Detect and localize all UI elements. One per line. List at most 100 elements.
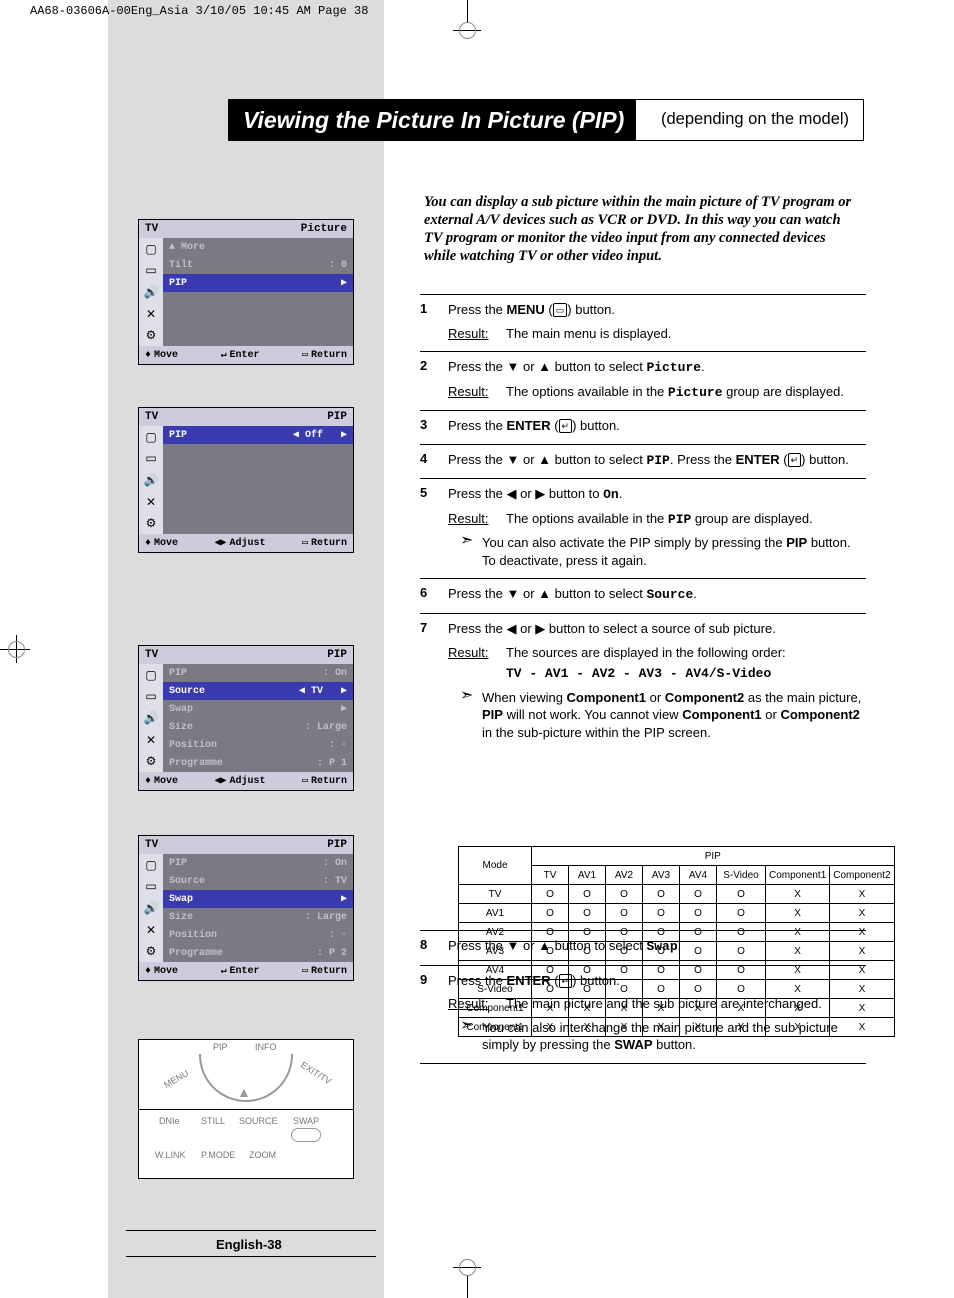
osd-large: : Large	[305, 912, 347, 923]
t: Press the	[448, 302, 507, 317]
result-label: Result:	[448, 325, 506, 343]
osd-pip-swap: TVPIP ▢▭🔊✕⚙ PIP: On Source: TV Swap▶ Siz…	[138, 835, 354, 981]
step-num: 1	[420, 301, 448, 342]
cell: X	[717, 1018, 766, 1037]
lr-icon: ◀▶	[214, 537, 226, 549]
cell: O	[643, 923, 680, 942]
t: When viewing	[482, 690, 567, 705]
t: will not work. You cannot view	[503, 707, 682, 722]
t: ) button.	[572, 418, 620, 433]
osd-source: Source	[169, 876, 205, 887]
cell: O	[643, 942, 680, 961]
cell: O	[717, 980, 766, 999]
cell: X	[830, 1018, 894, 1037]
osd-size: Size	[169, 912, 193, 923]
remote-wlink: W.LINK	[155, 1150, 186, 1160]
osd-source: Source	[169, 686, 205, 697]
picture-icon: ▭	[139, 260, 163, 282]
osd-pip: PIP	[169, 858, 187, 869]
osd-p1: : P 1	[317, 758, 347, 769]
osd-pip-source: TVPIP ▢▭🔊✕⚙ PIP: On Source◀ TV ▶ Swap▶ S…	[138, 645, 354, 791]
remote-source: SOURCE	[239, 1116, 278, 1126]
cell: O	[606, 942, 643, 961]
cell: X	[830, 999, 894, 1018]
cell: O	[680, 961, 717, 980]
remote-info: INFO	[255, 1042, 277, 1052]
source-order: TV - AV1 - AV2 - AV3 - AV4/S-Video	[448, 665, 866, 683]
osd-tv: TV	[145, 839, 158, 851]
osd-tv: TV	[145, 411, 158, 423]
osd-icon-col: ▢▭🔊✕⚙	[139, 854, 163, 962]
osd-pos-v: :	[329, 930, 335, 941]
step-num: 7	[420, 620, 448, 921]
step-num: 5	[420, 485, 448, 569]
th-col: Component2	[830, 866, 894, 885]
row-label: Component1	[459, 1018, 532, 1037]
row-label: AV2	[459, 923, 532, 942]
osd-prog: Programme	[169, 948, 223, 959]
t: Press the ▼ or ▲ button to select	[448, 586, 646, 601]
t: PIP	[646, 453, 669, 468]
remote-dnie: DNIe	[159, 1116, 180, 1126]
cell: O	[569, 923, 606, 942]
page-subtitle: (depending on the model)	[661, 110, 849, 129]
t: .	[701, 359, 705, 374]
t: .	[619, 486, 623, 501]
remote-diagram: PIP INFO MENU EXIT/TV ▲ DNIe STILL SOURC…	[138, 1039, 354, 1179]
cell: X	[830, 980, 894, 999]
cell: X	[766, 923, 830, 942]
th-mode: Mode	[459, 847, 532, 885]
osd-title: PIP	[327, 649, 347, 661]
t: PIP	[482, 707, 503, 722]
result-label: Result:	[448, 510, 506, 529]
t: group are displayed.	[691, 511, 812, 526]
th-col: AV1	[569, 866, 606, 885]
t: SWAP	[614, 1037, 652, 1052]
osd-return: Return	[311, 966, 347, 977]
enter-icon: ↵	[788, 453, 802, 467]
t: . Press the	[670, 452, 736, 467]
remote-pmode: P.MODE	[201, 1150, 235, 1160]
cell: O	[569, 904, 606, 923]
step-num: 3	[420, 417, 448, 435]
osd-return: Return	[311, 538, 347, 549]
t: Picture	[646, 360, 701, 375]
cell: X	[766, 980, 830, 999]
cell: O	[643, 961, 680, 980]
t: Press the ◀ or ▶ button to select a sour…	[448, 621, 776, 636]
cell: O	[606, 961, 643, 980]
t: Component2	[780, 707, 859, 722]
osd-src-tv: : TV	[323, 876, 347, 887]
cell: X	[606, 999, 643, 1018]
cell: O	[680, 942, 717, 961]
t: ) button.	[567, 302, 615, 317]
cell: X	[643, 999, 680, 1018]
row-label: S-Video	[459, 980, 532, 999]
osd-adjust: Adjust	[230, 538, 266, 549]
osd-tilt-val: : 0	[329, 260, 347, 271]
t: Press the	[448, 418, 507, 433]
cell: O	[680, 923, 717, 942]
note-arrow-icon: ➣	[460, 534, 482, 569]
t: Picture	[668, 385, 723, 400]
cell: X	[766, 885, 830, 904]
osd-return: Return	[311, 776, 347, 787]
t: Component1	[567, 690, 646, 705]
remote-zoom: ZOOM	[249, 1150, 276, 1160]
cell: O	[532, 885, 569, 904]
th-col: AV3	[643, 866, 680, 885]
t: ENTER	[507, 418, 551, 433]
cell: X	[766, 1018, 830, 1037]
cell: X	[830, 923, 894, 942]
t: Component2	[665, 690, 744, 705]
osd-pip: PIP	[169, 430, 187, 441]
channel-icon: ✕	[139, 303, 163, 325]
tv-icon: ▢	[139, 238, 163, 260]
osd-move: Move	[154, 966, 178, 977]
t: Press the ◀ or ▶ button to	[448, 486, 603, 501]
t: Press the ▼ or ▲ button to select	[448, 452, 646, 467]
t: MENU	[507, 302, 545, 317]
t: The main menu is displayed.	[506, 325, 671, 343]
th-col: AV2	[606, 866, 643, 885]
crop-mark	[467, 0, 469, 40]
